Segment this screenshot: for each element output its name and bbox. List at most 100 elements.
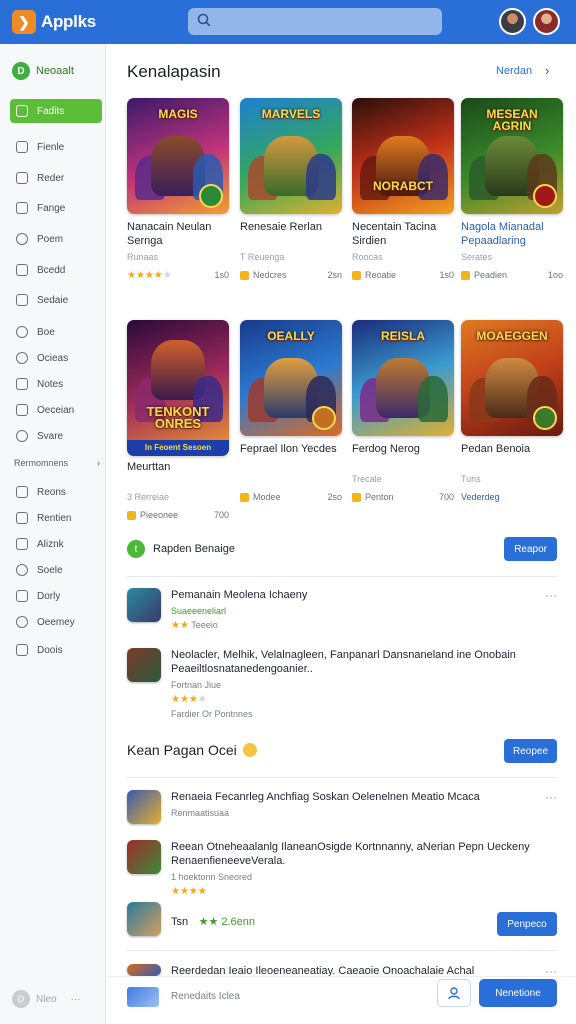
list-icon	[16, 486, 28, 498]
primary-action-button[interactable]: Nenetione	[479, 979, 557, 1007]
game-thumbnail[interactable]: MAGIS	[127, 98, 229, 214]
section-action-button[interactable]: Reopee	[504, 739, 557, 763]
sidebar-item-label: Boe	[37, 326, 55, 338]
sidebar-item-soele[interactable]: Soele	[10, 558, 102, 582]
sidebar-item-sedaie[interactable]: Sedaie	[10, 288, 102, 312]
chevron-right-icon: ›	[97, 458, 100, 468]
sidebar-item-doois[interactable]: Doois	[10, 638, 102, 662]
profile-button[interactable]	[437, 979, 471, 1007]
chart-icon	[16, 141, 28, 153]
list-item-text: Neolacler, Melhik, Velalnagleen, Fanpana…	[171, 648, 543, 719]
sidebar-item-label: Oeceian	[37, 404, 75, 416]
game-art-title: MAGIS	[158, 107, 198, 121]
list-item-subtitle: Renmaatisuaa	[171, 808, 230, 818]
game-thumbnail[interactable]: OEALLY	[240, 320, 342, 436]
game-meta: Nedcres 2sn	[240, 268, 342, 282]
list-item[interactable]: Neolacler, Melhik, Velalnagleen, Fanpana…	[127, 648, 557, 724]
game-card[interactable]: TENKONT ONRES In Feoent Sesoen Meurttan …	[127, 320, 229, 522]
sidebar-item-label: Sedaie	[37, 294, 69, 306]
sidebar-section-header[interactable]: Rermomnens ›	[14, 458, 100, 468]
divider	[127, 950, 557, 951]
sidebar-item-oeceian[interactable]: Oeceian	[10, 398, 102, 422]
game-card[interactable]: OEALLY Feprael Ilon Yecdes Modee 2so	[240, 320, 342, 504]
divider	[127, 576, 557, 577]
game-meta: Pieeonee 700	[127, 508, 229, 522]
cloud-icon	[16, 616, 28, 628]
sidebar-item-ocieas[interactable]: Ocieas	[10, 346, 102, 370]
game-thumbnail[interactable]: REISLA	[352, 320, 454, 436]
list-item[interactable]: Renaeia Fecanrleg Anchfiag Soskan Oelene…	[127, 790, 557, 834]
sidebar-item-aliznk[interactable]: Aliznk	[10, 532, 102, 556]
see-more-link[interactable]: Nerdan	[496, 65, 532, 77]
list-item-subtitle: Suaeeeneliarl	[171, 606, 227, 616]
sidebar-item-label: Fienle	[37, 141, 65, 153]
user-avatar[interactable]	[533, 8, 560, 35]
recommend-bar: t Rapden Benaige Reapor	[127, 537, 557, 561]
sidebar-item-boe[interactable]: Boe	[10, 320, 102, 344]
game-card[interactable]: MAGIS Nanacain Neulan Sernga Runaas ★★★★…	[127, 98, 229, 282]
list-item[interactable]: Reean Otneheaalanlg IlaneanOsigde Kortnn…	[127, 840, 557, 900]
game-subtitle: Roocas	[352, 252, 383, 262]
more-options-icon[interactable]: ···	[545, 588, 557, 602]
sidebar-item-label: Fange	[37, 202, 66, 214]
sidebar-item-reder[interactable]: Reder	[10, 166, 102, 190]
sidebar-item-dorly[interactable]: Dorly	[10, 584, 102, 608]
app-name: Applks	[41, 12, 96, 31]
sidebar-footer[interactable]: D Nleo ···	[12, 990, 81, 1008]
game-card[interactable]: REISLA Ferdog Nerog Trecale Penton 700	[352, 320, 454, 504]
app-logo-icon: ❯	[12, 10, 36, 34]
chevron-right-icon[interactable]: ›	[545, 63, 549, 78]
sidebar-item-label: Aliznk	[37, 538, 64, 550]
game-thumbnail[interactable]: MOAEGGEN	[461, 320, 563, 436]
bell-icon	[16, 352, 28, 364]
sidebar-item-fange[interactable]: Fange	[10, 196, 102, 220]
sidebar-account[interactable]: D Neoaalt	[12, 62, 74, 80]
avatar[interactable]	[499, 8, 526, 35]
sidebar-item-label: Rentien	[37, 512, 72, 524]
list-item[interactable]: Pemanain Meolena Ichaeny Suaeeeneliarl ★…	[127, 588, 557, 648]
list-item[interactable]: Tsn ★★ 2.6enn Penpeco	[127, 902, 557, 938]
recommend-label: Rapden Benaige	[153, 543, 235, 555]
game-title: Feprael Ilon Yecdes	[240, 443, 337, 455]
sidebar-item-reons[interactable]: Reons	[10, 480, 102, 504]
game-thumbnail[interactable]: TENKONT ONRES In Feoent Sesoen	[127, 320, 229, 456]
section-title: Kenalapasin	[127, 62, 221, 81]
game-subtitle: 3 Rerreiae	[127, 492, 170, 502]
game-thumbnail[interactable]: MESEAN AGRIN	[461, 98, 563, 214]
sidebar-item-bcedd[interactable]: Bcedd	[10, 258, 102, 282]
game-meta: Reoatie 1s0	[352, 268, 454, 282]
game-subtitle: T Reuenga	[240, 252, 285, 262]
box-icon	[16, 644, 28, 656]
sidebar-item-notes[interactable]: Notes	[10, 372, 102, 396]
sidebar-item-label: Reons	[37, 486, 66, 498]
game-title: Pedan Benoia	[461, 443, 531, 455]
game-card[interactable]: MESEAN AGRIN Nagola Mianadal Pepaadlarin…	[461, 98, 563, 282]
list-item-title: Tsn	[171, 916, 189, 928]
game-art-title: REISLA	[380, 329, 425, 343]
game-badge-icon	[533, 406, 557, 430]
search-input[interactable]	[188, 8, 442, 35]
sidebar-item-rentien[interactable]: Rentien	[10, 506, 102, 530]
recommend-button[interactable]: Reapor	[504, 537, 557, 561]
game-tag: Modee	[253, 492, 281, 502]
game-card[interactable]: MOAEGGEN Pedan Benoia Tuns Vederdeg	[461, 320, 563, 504]
sidebar-item-fienle[interactable]: Fienle	[10, 135, 102, 159]
game-tag: Peadien	[474, 270, 508, 280]
sidebar-item-oeemey[interactable]: Oeemey	[10, 610, 102, 634]
game-meta: ★★★★★ 1s0	[127, 268, 229, 282]
game-card[interactable]: MARVELS Renesaie Rerlan T Reuenga Nedcre…	[240, 98, 342, 282]
game-subtitle	[240, 474, 342, 486]
sidebar-item-svare[interactable]: Svare	[10, 424, 102, 448]
game-thumbnail[interactable]: NORABCT	[352, 98, 454, 214]
app-logo[interactable]: ❯ Applks	[12, 10, 96, 34]
game-card[interactable]: NORABCT Necentain Tacina Sirdien Roocas …	[352, 98, 454, 282]
sidebar-item-poem[interactable]: Poem	[10, 227, 102, 251]
game-thumbnail[interactable]: MARVELS	[240, 98, 342, 214]
more-options-icon[interactable]: ···	[545, 790, 557, 804]
list-item-action-button[interactable]: Penpeco	[497, 912, 557, 936]
list-item-meta: 1 hoektonn Sneored	[171, 872, 253, 882]
game-meta: Peadien 1oo	[461, 268, 563, 282]
game-meta: Vederdeg	[461, 490, 563, 504]
sidebar-item-fadits[interactable]: Fadits	[10, 99, 102, 123]
tag-icon	[352, 492, 361, 502]
